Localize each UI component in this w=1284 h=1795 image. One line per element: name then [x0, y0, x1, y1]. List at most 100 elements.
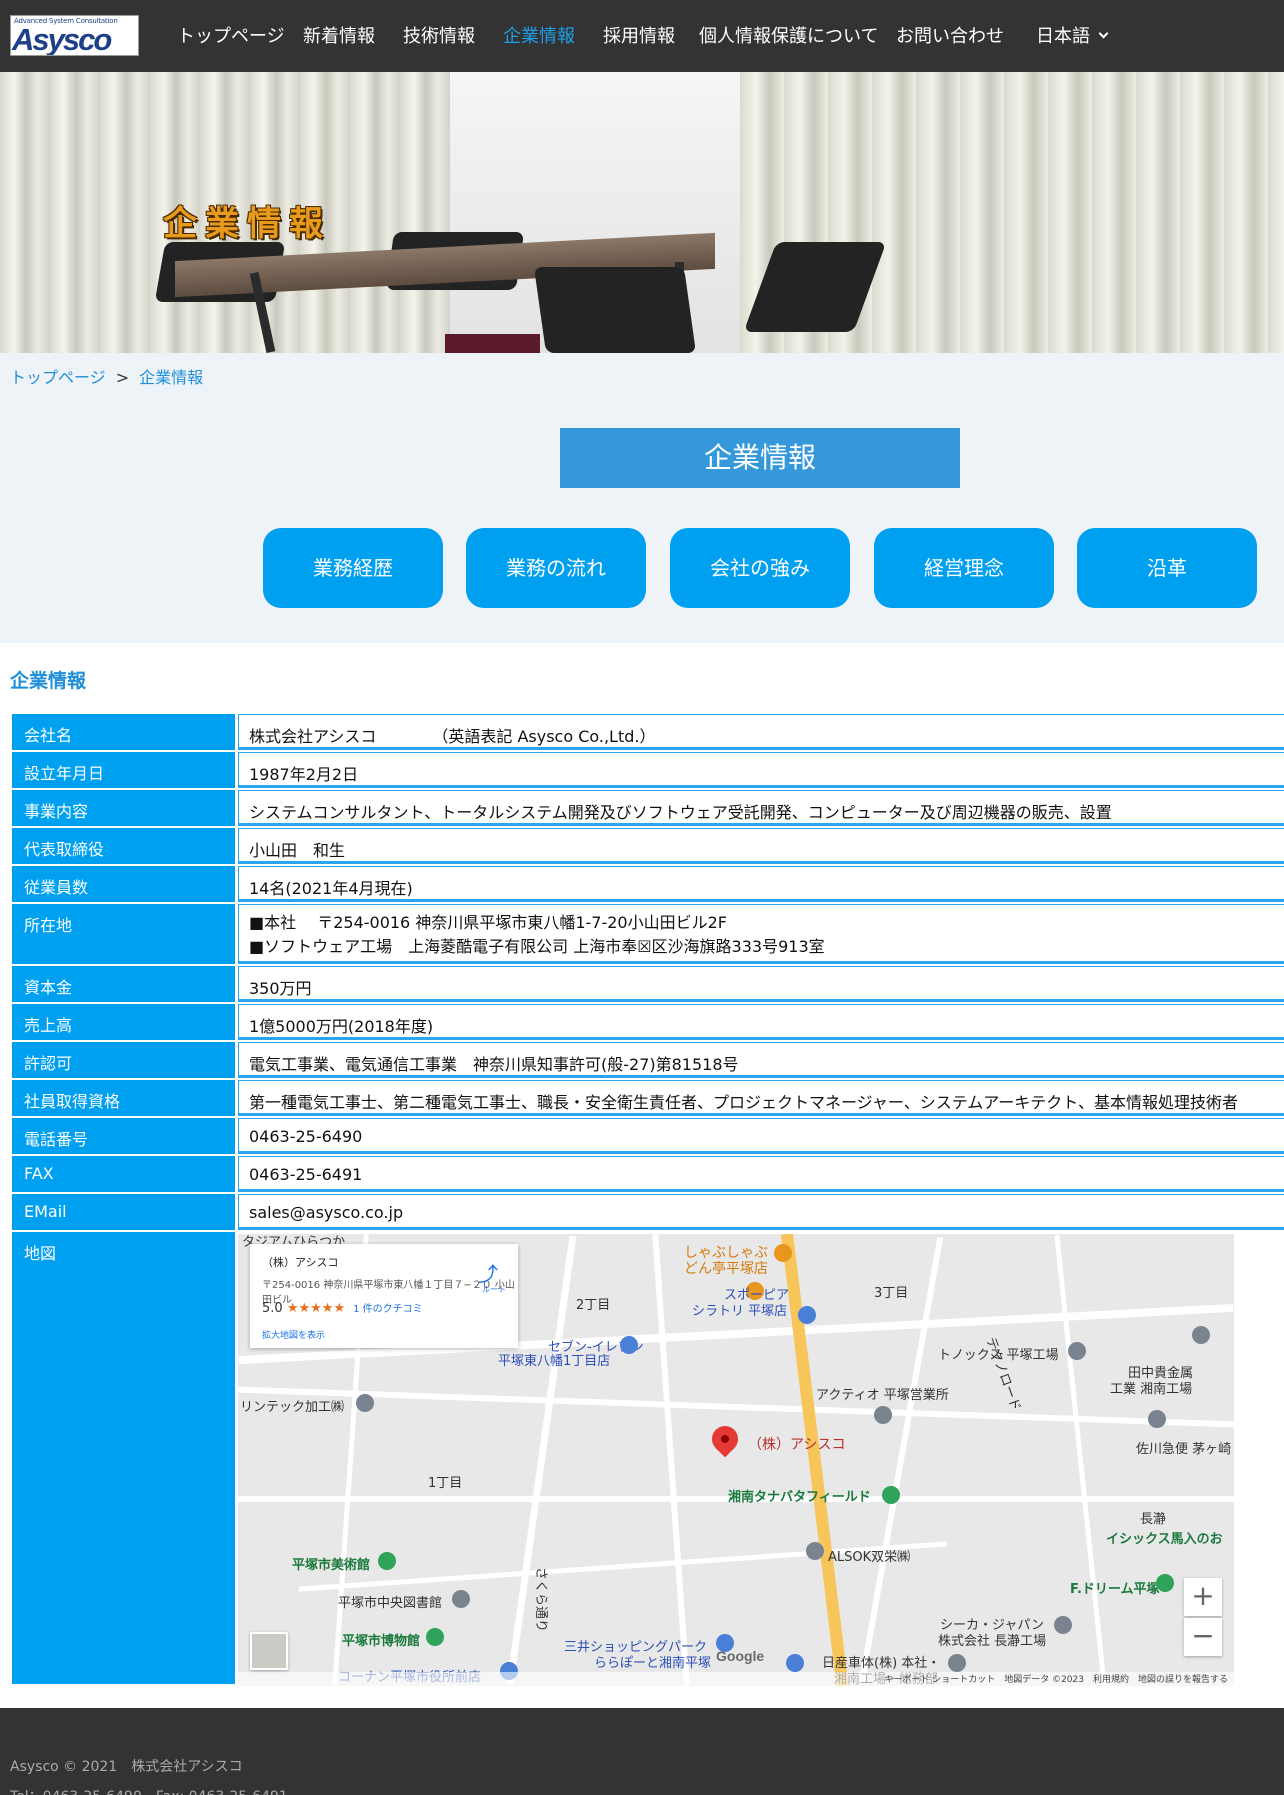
breadcrumb-home-link[interactable]: トップページ: [10, 368, 106, 387]
row-value: システムコンサルタント、トータルシステム開発及びソフトウェア受託開発、コンピュー…: [238, 790, 1284, 824]
factory-icon: [1068, 1342, 1086, 1360]
park-icon: [882, 1486, 900, 1504]
nav-privacy[interactable]: 個人情報保護について: [699, 22, 878, 48]
row-label: 従業員数: [12, 866, 235, 902]
location-pin-icon[interactable]: [706, 1420, 744, 1458]
address-line-hq: ■本社 〒254-0016 神奈川県平塚市東八幡1-7-20小山田ビル2F: [249, 913, 727, 932]
directions-label[interactable]: ルート: [482, 1284, 506, 1295]
address-line-factory: ■ソフトウェア工場 上海菱酷電子有限公司 上海市奉☒区沙海旗路333号913室: [249, 937, 825, 956]
hero-chair: [533, 267, 697, 353]
map-label: アクティオ 平塚営業所: [816, 1388, 949, 1403]
asysco-logo[interactable]: Advanced System Consultation Asysco: [10, 15, 139, 56]
store-icon: [620, 1336, 638, 1354]
star-rating-icon: ★★★★★: [286, 1301, 346, 1316]
nav-recruit[interactable]: 採用情報: [603, 22, 675, 48]
google-map[interactable]: （株）アシスコ タジアムひらつか しゃぶしゃぶ どん亭平塚店 スポーピア シラト…: [238, 1234, 1234, 1686]
office-icon: [806, 1542, 824, 1560]
map-road: [858, 1236, 944, 1684]
map-label: 平塚市美術館: [292, 1558, 371, 1573]
pill-philosophy[interactable]: 経営理念: [874, 528, 1054, 608]
museum-icon: [378, 1552, 396, 1570]
map-label: 工業 湘南工場: [1110, 1382, 1193, 1397]
zoom-in-button[interactable]: +: [1184, 1578, 1222, 1616]
language-dropdown[interactable]: 日本語: [1036, 22, 1109, 48]
row-label: 代表取締役: [12, 828, 235, 864]
delivery-icon: [1148, 1410, 1166, 1428]
footer: Asysco © 2021 株式会社アシスコ Tel：0463-25-6490 …: [0, 1708, 1284, 1795]
map-label: 3丁目: [874, 1286, 909, 1301]
row-label: 事業内容: [12, 790, 235, 826]
library-icon: [452, 1590, 470, 1608]
map-label: 平塚市中央図書館: [338, 1596, 443, 1611]
row-value: 電気工事業、電気通信工事業 神奈川県知事許可(般-27)第81518号: [238, 1042, 1284, 1076]
row-value: ■本社 〒254-0016 神奈川県平塚市東八幡1-7-20小山田ビル2F ■ソ…: [238, 904, 1284, 962]
row-label: EMail: [12, 1194, 235, 1230]
map-label: イシックス馬入のお: [1106, 1532, 1223, 1547]
row-value: 株式会社アシスコ （英語表記 Asysco Co.,Ltd.）: [238, 714, 1284, 748]
nav-contact[interactable]: お問い合わせ: [896, 22, 1004, 48]
row-label: 電話番号: [12, 1118, 235, 1154]
map-label: ALSOK双栄㈱: [828, 1550, 911, 1565]
map-label: 平塚市博物館: [342, 1634, 421, 1649]
map-label: シラトリ 平塚店: [692, 1304, 788, 1319]
map-type-toggle[interactable]: [250, 1632, 288, 1670]
row-label: 資本金: [12, 966, 235, 1002]
row-value: 1987年2月2日: [238, 752, 1284, 786]
hero-banner: 企業情報: [0, 72, 1284, 353]
footer-copyright: Asysco © 2021 株式会社アシスコ: [10, 1759, 243, 1775]
office-icon: [948, 1654, 966, 1672]
directions-icon[interactable]: ⤴: [478, 1258, 500, 1286]
row-label: FAX: [12, 1156, 235, 1192]
pill-history[interactable]: 沿革: [1077, 528, 1257, 608]
logo-wordmark: Asysco: [12, 22, 112, 56]
top-navbar: Advanced System Consultation Asysco トップペ…: [0, 0, 1284, 72]
hero-title: 企業情報: [163, 204, 331, 244]
map-label: 佐川急便 茅ヶ崎: [1136, 1442, 1232, 1457]
row-value: 350万円: [238, 966, 1284, 1000]
map-label: 2丁目: [576, 1298, 611, 1313]
nav-company-info[interactable]: 企業情報: [503, 22, 575, 48]
footer-contact: Tel：0463-25-6490 Fax: 0463-25-6491: [10, 1786, 288, 1795]
shop-icon: [798, 1306, 816, 1324]
map-info-card: （株）アシスコ 〒254-0016 神奈川県平塚市東八幡１丁目７−２０ 小山田ビ…: [250, 1244, 518, 1348]
office-icon: [786, 1654, 804, 1672]
larger-map-link[interactable]: 拡大地図を表示: [262, 1328, 325, 1341]
reviews-link[interactable]: 1 件のクチコミ: [353, 1304, 423, 1315]
map-label: さくら通り: [533, 1566, 549, 1633]
map-card-rating: 5.0 ★★★★★ 1 件のクチコミ: [262, 1300, 423, 1316]
breadcrumb-separator: >: [115, 368, 130, 387]
pill-strengths[interactable]: 会社の強み: [670, 528, 850, 608]
museum-icon: [426, 1628, 444, 1646]
nav-tech-info[interactable]: 技術情報: [403, 22, 475, 48]
factory-icon: [1054, 1616, 1072, 1634]
map-label: 1丁目: [428, 1476, 463, 1491]
zoom-out-button[interactable]: −: [1184, 1618, 1222, 1656]
map-highway: [781, 1234, 850, 1686]
row-value: 0463-25-6491: [238, 1156, 1284, 1190]
map-label: 長瀞: [1140, 1512, 1167, 1527]
row-label: 社員取得資格: [12, 1080, 235, 1116]
map-card-name: （株）アシスコ: [262, 1256, 339, 1269]
office-icon: [874, 1406, 892, 1424]
row-value: 小山田 和生: [238, 828, 1284, 862]
row-label: 設立年月日: [12, 752, 235, 788]
pill-workflow[interactable]: 業務の流れ: [466, 528, 646, 608]
map-label: ららぽーと湘南平塚: [594, 1656, 712, 1671]
row-value: 0463-25-6490: [238, 1118, 1284, 1152]
map-label: 平塚東八幡1丁目店: [498, 1354, 611, 1369]
map-label: 湘南タナバタフィールド: [728, 1490, 871, 1505]
map-attribution[interactable]: キーボード ショートカット 地図データ ©2023 利用規約 地図の誤りを報告す…: [238, 1672, 1234, 1686]
nav-top-page[interactable]: トップページ: [177, 22, 285, 48]
breadcrumb: トップページ > 企業情報: [10, 364, 203, 388]
company-info-heading: 企業情報: [10, 670, 87, 692]
hero-seat: [445, 334, 540, 353]
map-label: リンテック加工㈱: [240, 1400, 345, 1415]
breadcrumb-current[interactable]: 企業情報: [139, 368, 203, 387]
pill-business-history[interactable]: 業務経歴: [263, 528, 443, 608]
row-value: 14名(2021年4月現在): [238, 866, 1284, 900]
nav-news[interactable]: 新着情報: [303, 22, 375, 48]
google-logo: Google: [716, 1648, 765, 1664]
language-label: 日本語: [1036, 26, 1090, 47]
map-label: F.ドリーム平塚: [1070, 1582, 1160, 1597]
row-value: 1億5000万円(2018年度): [238, 1004, 1284, 1038]
